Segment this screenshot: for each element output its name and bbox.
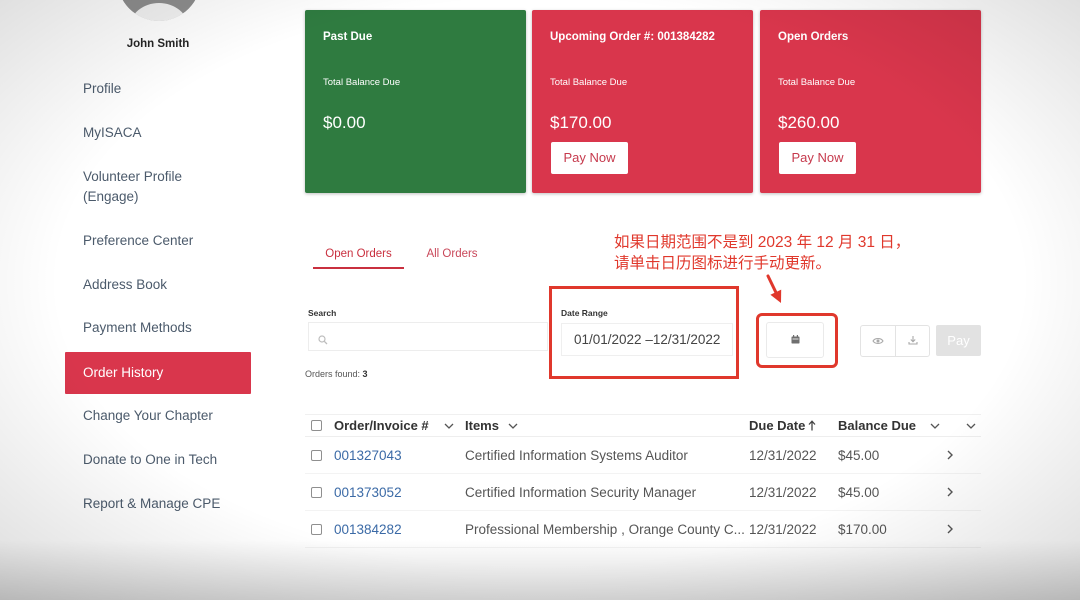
order-due-date: 12/31/2022 xyxy=(749,484,817,500)
sidebar-item-address-book[interactable]: Address Book xyxy=(65,275,251,295)
order-due-date: 12/31/2022 xyxy=(749,447,817,463)
card-subtitle: Total Balance Due xyxy=(550,77,628,88)
order-items: Certified Information Security Manager xyxy=(465,484,697,500)
orders-found-label: Orders found: xyxy=(305,369,361,379)
sidebar-item-label: Profile xyxy=(83,81,122,96)
tab-label: Open Orders xyxy=(325,248,392,260)
sidebar-item-label: MyISACA xyxy=(83,125,142,140)
user-name: John Smith xyxy=(126,38,190,50)
annotation-arrow-icon xyxy=(766,274,782,303)
view-download-group xyxy=(860,325,930,357)
download-icon xyxy=(907,332,918,350)
search-field[interactable] xyxy=(308,322,548,351)
card-subtitle: Total Balance Due xyxy=(323,77,401,88)
annotation-line: 如果日期范围不是到 2023 年 12 月 31 日， xyxy=(614,234,911,251)
chevron-right-icon[interactable] xyxy=(947,511,953,547)
pay-now-button[interactable]: Pay Now xyxy=(779,142,856,174)
column-header-balance-due[interactable]: Balance Due xyxy=(838,415,916,436)
sidebar-item-label: Change Your Chapter xyxy=(83,408,213,423)
order-balance: $170.00 xyxy=(838,521,887,537)
table-row[interactable]: 001373052 Certified Information Security… xyxy=(305,474,981,511)
column-header-order[interactable]: Order/Invoice # xyxy=(334,415,429,436)
download-button[interactable] xyxy=(895,326,929,356)
date-range-highlight xyxy=(549,286,739,379)
avatar[interactable] xyxy=(117,0,201,21)
sidebar-item-label: Donate to One in Tech xyxy=(83,452,218,467)
upcoming-order-card: Upcoming Order #: 001384282 Total Balanc… xyxy=(532,10,753,193)
table-row[interactable]: 001384282 Professional Membership , Oran… xyxy=(305,511,981,548)
sidebar-item-label: Address Book xyxy=(83,277,168,292)
sidebar-item-profile[interactable]: Profile xyxy=(65,79,251,99)
row-checkbox[interactable] xyxy=(311,437,322,473)
sidebar-item-donate[interactable]: Donate to One in Tech xyxy=(65,450,251,470)
sidebar-item-report-cpe[interactable]: Report & Manage CPE xyxy=(65,494,251,514)
order-due-date: 12/31/2022 xyxy=(749,521,817,537)
card-amount: $0.00 xyxy=(323,113,366,132)
sidebar-item-order-history[interactable]: Order History xyxy=(65,352,251,394)
column-header-items[interactable]: Items xyxy=(465,415,499,436)
order-number-link[interactable]: 001327043 xyxy=(334,437,402,473)
open-orders-card: Open Orders Total Balance Due $260.00 Pa… xyxy=(760,10,981,193)
sidebar-item-payment-methods[interactable]: Payment Methods xyxy=(65,318,251,338)
order-balance: $45.00 xyxy=(838,484,880,500)
row-checkbox[interactable] xyxy=(311,474,322,510)
sidebar-item-label: Preference Center xyxy=(83,233,194,248)
orders-found-number: 3 xyxy=(362,369,368,379)
select-all-checkbox[interactable] xyxy=(311,415,322,436)
sidebar-item-label: Volunteer Profile (Engage) xyxy=(83,169,183,204)
sidebar-item-volunteer-profile[interactable]: Volunteer Profile (Engage) xyxy=(65,167,251,207)
chevron-down-icon[interactable] xyxy=(930,415,940,436)
past-due-card: Past Due Total Balance Due $0.00 xyxy=(305,10,526,193)
view-button[interactable] xyxy=(861,326,895,356)
search-input[interactable] xyxy=(333,323,543,350)
tab-open-orders[interactable]: Open Orders xyxy=(313,245,404,269)
sidebar-item-myisaca[interactable]: MyISACA xyxy=(65,123,251,143)
card-title: Past Due xyxy=(323,31,373,43)
column-header-due-date[interactable]: Due Date xyxy=(749,415,805,436)
card-amount: $260.00 xyxy=(778,113,840,132)
calendar-button-highlight xyxy=(756,313,838,368)
chevron-right-icon[interactable] xyxy=(947,437,953,473)
pay-button[interactable]: Pay xyxy=(936,325,981,356)
order-number-link[interactable]: 001373052 xyxy=(334,474,402,510)
orders-found-count: Orders found: 3 xyxy=(305,369,368,379)
sidebar-item-preference-center[interactable]: Preference Center xyxy=(65,231,251,251)
card-subtitle: Total Balance Due xyxy=(778,77,856,88)
tab-all-orders[interactable]: All Orders xyxy=(417,245,487,269)
order-items: Certified Information Systems Auditor xyxy=(465,447,688,463)
table-header: Order/Invoice # Items Due Date Balance D… xyxy=(305,414,981,437)
arrow-up-icon[interactable] xyxy=(808,415,816,436)
search-label: Search xyxy=(308,308,337,318)
order-balance: $45.00 xyxy=(838,447,880,463)
card-title: Open Orders xyxy=(778,31,849,43)
user-avatar-icon xyxy=(117,0,201,21)
pay-now-button[interactable]: Pay Now xyxy=(551,142,628,174)
row-checkbox[interactable] xyxy=(311,511,322,547)
tab-label: All Orders xyxy=(426,248,478,260)
order-number-link[interactable]: 001384282 xyxy=(334,511,402,547)
card-amount: $170.00 xyxy=(550,113,612,132)
sidebar-item-label: Payment Methods xyxy=(83,320,192,335)
search-icon xyxy=(318,332,328,345)
table-row[interactable]: 001327043 Certified Information Systems … xyxy=(305,437,981,474)
chevron-right-icon[interactable] xyxy=(947,474,953,510)
chevron-down-icon[interactable] xyxy=(966,415,976,436)
eye-icon xyxy=(872,332,884,350)
sidebar-item-label: Report & Manage CPE xyxy=(83,496,221,511)
instruction-annotation: 如果日期范围不是到 2023 年 12 月 31 日， 请单击日历图标进行手动更… xyxy=(614,232,910,274)
chevron-down-icon[interactable] xyxy=(444,415,454,436)
sidebar-item-label: Order History xyxy=(83,365,164,380)
chevron-down-icon[interactable] xyxy=(508,415,518,436)
card-title: Upcoming Order #: 001384282 xyxy=(550,31,715,43)
sidebar-item-change-chapter[interactable]: Change Your Chapter xyxy=(65,406,251,426)
order-items: Professional Membership , Orange County … xyxy=(465,521,745,537)
